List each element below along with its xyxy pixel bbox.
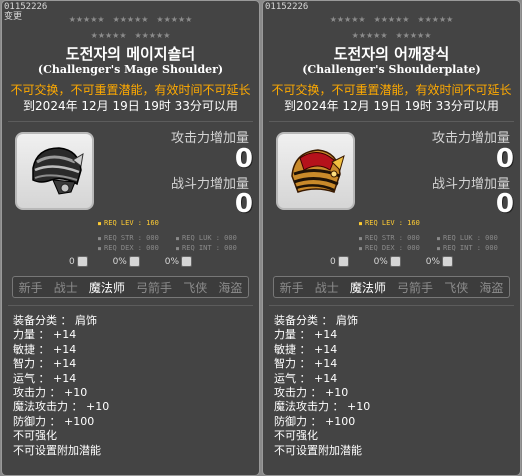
expiry-text: 到2024年 12月 19日 19时 33分可以用 (284, 99, 499, 113)
req-stats: REQ STR : 000REQ LUK : 000 REQ DEX : 000… (359, 234, 519, 254)
divider (269, 305, 514, 306)
class-beginner: 新手 (18, 280, 43, 295)
scroll-icon (389, 256, 401, 267)
item-attributes: 装备分类 ： 肩饰 力量 ： +14 敏捷 ： +14 智力 ： +14 运气 … (274, 314, 370, 458)
job-class-bar: 新手 战士 魔法师 弓箭手 飞侠 海盗 (273, 276, 510, 298)
req-level: REQ LEV : 160 (359, 218, 420, 229)
req-dex: REQ DEX : 000 (359, 244, 437, 254)
attr-str: 力量 ： +14 (13, 328, 77, 342)
mage-shoulder-icon (32, 147, 84, 195)
star-force-row-1: ★★★★★ ★★★★★ ★★★★★ (329, 15, 454, 24)
item-title-korean: 도전자의 어깨장식 (333, 45, 450, 63)
star-force-row-2: ★★★★★ ★★★★★ (351, 31, 432, 40)
class-beginner: 新手 (279, 280, 304, 295)
class-warrior: 战士 (314, 280, 339, 295)
item-id: 01152226 (4, 2, 48, 12)
class-thief: 飞侠 (183, 280, 208, 295)
cube-count: 0 (330, 256, 349, 267)
attr-dex: 敏捷 ： +14 (274, 342, 338, 356)
req-luk: REQ LUK : 000 (437, 234, 515, 244)
combat-power-value: 0 (495, 189, 514, 219)
attr-defense: 防御力 ： +100 (274, 414, 356, 428)
scroll-rate: 0% (374, 256, 401, 267)
attr-category: 装备分类 ： 肩饰 (274, 314, 358, 327)
item-icon-frame (276, 132, 355, 210)
divider (8, 305, 253, 306)
attr-int: 智力 ： +14 (13, 357, 77, 371)
attack-increase-value: 0 (495, 144, 514, 174)
item-icon-frame (15, 132, 94, 210)
trade-notice: 不可交换，不可重置潜能，有效时间不可延长 (10, 83, 251, 97)
attr-luk: 运气 ： +14 (274, 371, 338, 385)
cube-icon (76, 256, 88, 267)
item-title-korean: 도전자의 메이지숄더 (65, 45, 196, 63)
item-attributes: 装备分类 ： 肩饰 力量 ： +14 敏捷 ： +14 智力 ： +14 运气 … (13, 314, 109, 458)
attack-increase-value: 0 (234, 144, 253, 174)
cube-count: 0 (69, 256, 88, 267)
expiry-text: 到2024年 12月 19日 19时 33分可以用 (23, 99, 238, 113)
req-str: REQ STR : 000 (98, 234, 176, 244)
class-bowman: 弓箭手 (397, 280, 434, 295)
hammer-icon (181, 256, 193, 267)
item-title-english: (Challenger's Mage Shoulder) (37, 63, 224, 76)
attr-attack: 攻击力 ： +10 (274, 386, 349, 400)
class-bowman: 弓箭手 (136, 280, 173, 295)
item-id: 01152226 (265, 2, 309, 12)
req-luk: REQ LUK : 000 (176, 234, 254, 244)
divider (269, 121, 514, 122)
attr-str: 力量 ： +14 (274, 328, 338, 342)
attr-magic-attack: 魔法攻击力 ： +10 (274, 400, 371, 414)
attr-attack: 攻击力 ： +10 (13, 386, 88, 400)
class-warrior: 战士 (53, 280, 78, 295)
attr-no-enhance: 不可强化 (274, 429, 318, 443)
attr-no-additional-potential: 不可设置附加潜能 (274, 443, 362, 457)
class-pirate: 海盗 (479, 280, 504, 295)
item-tooltip-shoulderplate: 01152226 ★★★★★ ★★★★★ ★★★★★ ★★★★★ ★★★★★ 도전자의… (262, 0, 521, 476)
req-dex: REQ DEX : 000 (98, 244, 176, 254)
class-magician: 魔法师 (88, 280, 125, 295)
attr-no-additional-potential: 不可设置附加潜能 (13, 443, 101, 457)
attr-dex: 敏捷 ： +14 (13, 342, 77, 356)
attr-magic-attack: 魔法攻击力 ： +10 (13, 400, 110, 414)
req-level: REQ LEV : 160 (98, 218, 159, 229)
shoulderplate-icon (291, 149, 345, 193)
req-int: REQ INT : 000 (176, 244, 254, 254)
item-title-english: (Challenger's Shoulderplate) (302, 63, 481, 76)
trade-notice: 不可交换，不可重置潜能，有效时间不可延长 (271, 83, 512, 97)
req-str: REQ STR : 000 (359, 234, 437, 244)
hammer-rate: 0% (426, 256, 454, 267)
star-force-row-1: ★★★★★ ★★★★★ ★★★★★ (68, 15, 193, 24)
cube-icon (337, 256, 349, 267)
class-pirate: 海盗 (218, 280, 243, 295)
req-int: REQ INT : 000 (437, 244, 515, 254)
upgrade-info-row: 0 0% 0% (263, 256, 520, 267)
upgrade-info-row: 0 0% 0% (2, 256, 259, 267)
attr-no-enhance: 不可强化 (13, 429, 57, 443)
scroll-icon (128, 256, 140, 267)
item-tooltip-mage-shoulder: 01152226 变更 ★★★★★ ★★★★★ ★★★★★ ★★★★★ ★★★★★ 도… (1, 0, 260, 476)
attr-int: 智力 ： +14 (274, 357, 338, 371)
attr-category: 装备分类 ： 肩饰 (13, 314, 97, 327)
combat-power-value: 0 (234, 189, 253, 219)
scroll-rate: 0% (113, 256, 140, 267)
class-thief: 飞侠 (444, 280, 469, 295)
star-force-row-2: ★★★★★ ★★★★★ (90, 31, 171, 40)
attr-defense: 防御力 ： +100 (13, 414, 95, 428)
divider (8, 121, 253, 122)
class-magician: 魔法师 (349, 280, 386, 295)
req-stats: REQ STR : 000REQ LUK : 000 REQ DEX : 000… (98, 234, 258, 254)
job-class-bar: 新手 战士 魔法师 弓箭手 飞侠 海盗 (12, 276, 249, 298)
hammer-icon (442, 256, 454, 267)
hammer-rate: 0% (165, 256, 193, 267)
attr-luk: 运气 ： +14 (13, 371, 77, 385)
